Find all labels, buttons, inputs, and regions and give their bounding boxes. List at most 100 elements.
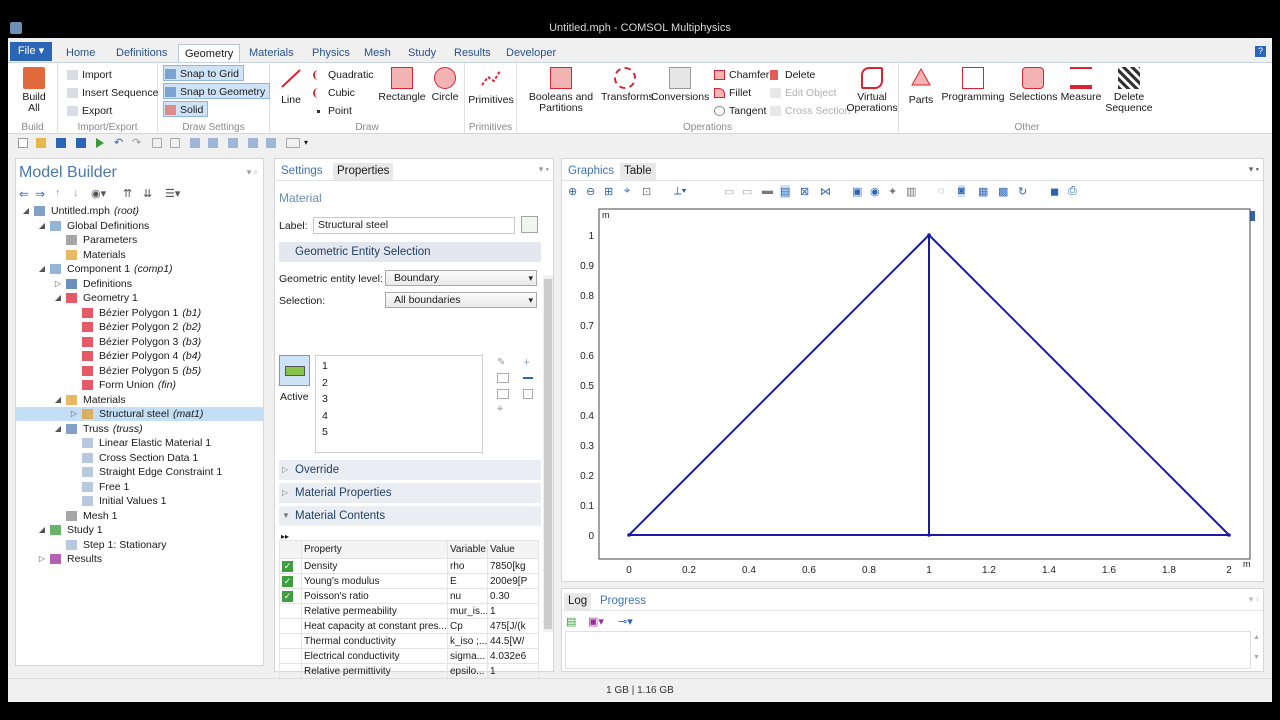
import-button[interactable]: Import <box>66 67 112 83</box>
delete-sequence-button[interactable]: Delete Sequence <box>1103 67 1155 114</box>
tree-toggle-icon[interactable]: ◢ <box>22 204 30 218</box>
zoom-out-icon[interactable]: ⊖ <box>586 185 595 198</box>
render-icon[interactable]: ◉ <box>870 185 880 198</box>
graphics-pin-icon[interactable]: ▾ ▪ <box>1249 164 1259 175</box>
open-folder-icon[interactable] <box>36 138 46 148</box>
table-row[interactable]: ✓ Density rho 7850[kg <box>279 558 539 574</box>
camera-icon[interactable]: ◼ <box>1050 185 1059 198</box>
tree-item[interactable]: ◢ Untitled.mph (root) <box>16 204 264 218</box>
forward-arrow-icon[interactable]: ⇒ <box>35 187 45 201</box>
zoom-extents-icon[interactable]: ⊡ <box>642 185 651 198</box>
hide-icon[interactable]: ◌ <box>938 185 945 197</box>
tree-item[interactable]: ◢ Component 1 (comp1) <box>16 262 264 276</box>
pointer-icon[interactable]: ⊸▾ <box>618 615 633 628</box>
tree-item[interactable]: ▷ Structural steel (mat1) <box>16 407 264 421</box>
tree-item[interactable]: Materials <box>16 248 264 262</box>
booleans-partitions-button[interactable]: Booleans and Partitions <box>523 67 599 114</box>
pin-icon[interactable]: ▾ ▪ <box>539 164 549 175</box>
table-row[interactable]: Heat capacity at constant pres... Cp 475[J… <box>279 618 539 634</box>
tree-item[interactable]: Form Union (fin) <box>16 378 264 392</box>
geometry-plot[interactable]: 0 0.2 0.4 0.6 0.8 1 1.2 1.4 1.6 1.8 2 0 0.1 0.2 0.3 0.… <box>566 206 1256 576</box>
tree-item[interactable]: Cross Section Data 1 <box>16 451 264 465</box>
tree-item[interactable]: Linear Elastic Material 1 <box>16 436 264 450</box>
tab-geometry[interactable]: Geometry <box>178 44 241 63</box>
center-icon[interactable]: ⌖ <box>624 185 630 198</box>
row-checkbox-cell[interactable] <box>279 648 302 664</box>
section-material-properties[interactable]: ▷ Material Properties <box>279 483 541 503</box>
axis-icon[interactable]: ⟂▾ <box>674 185 687 198</box>
row-checkbox-cell[interactable] <box>279 618 302 634</box>
help-icon[interactable]: ? <box>1255 46 1266 57</box>
cross-section-button[interactable]: Cross Section <box>769 103 850 119</box>
zoom-to-selection-icon[interactable]: ⌖ <box>497 403 503 416</box>
tree-toggle-icon[interactable]: ▷ <box>70 407 78 421</box>
truss-vertex[interactable] <box>1227 533 1231 537</box>
tree-item[interactable]: Bézier Polygon 3 (b3) <box>16 335 264 349</box>
tree-item[interactable]: Free 1 <box>16 480 264 494</box>
insert-sequence-button[interactable]: Insert Sequence <box>66 85 158 101</box>
cubic-button[interactable]: Cubic <box>312 85 355 101</box>
solid-toggle[interactable]: Solid <box>163 101 209 117</box>
tangent-button[interactable]: Tangent <box>713 103 766 119</box>
selections-button[interactable]: Selections <box>1009 67 1057 103</box>
tree-item[interactable]: ◢ Truss (truss) <box>16 422 264 436</box>
truss-vertex[interactable] <box>627 533 631 537</box>
tree-toggle-icon[interactable]: ◢ <box>54 422 62 436</box>
collapse-icon[interactable]: ⇊ <box>143 187 152 200</box>
programming-button[interactable]: Programming <box>941 67 1005 103</box>
undo-icon[interactable]: ↶ <box>114 138 124 149</box>
tab-log[interactable]: Log <box>564 593 592 610</box>
tab-home[interactable]: Home <box>60 44 101 63</box>
select-all-icon[interactable]: ▭ <box>742 185 752 198</box>
cancel-icon[interactable]: ▣▾ <box>588 615 604 628</box>
checkmark-icon[interactable]: ✓ <box>282 560 293 572</box>
tree-toggle-icon[interactable]: ◢ <box>38 219 46 233</box>
tree-toggle-icon[interactable]: ◢ <box>38 262 46 276</box>
settings-scroll-thumb[interactable] <box>544 279 552 629</box>
tree-toggle-icon[interactable]: ◢ <box>54 291 62 305</box>
tab-progress[interactable]: Progress <box>596 593 650 610</box>
reset-label-icon[interactable] <box>521 216 538 233</box>
snap-to-geometry-toggle[interactable]: Snap to Geometry <box>163 83 271 99</box>
tree-item[interactable]: Straight Edge Constraint 1 <box>16 465 264 479</box>
paste-icon[interactable] <box>170 138 180 148</box>
redo-icon[interactable]: ↷ <box>132 138 142 149</box>
copy-icon[interactable] <box>152 138 162 148</box>
select-icon[interactable]: ▭ <box>724 185 734 198</box>
circle-button[interactable]: Circle <box>430 67 460 103</box>
tree-item[interactable]: Bézier Polygon 1 (b1) <box>16 306 264 320</box>
tab-mesh[interactable]: Mesh <box>358 44 397 63</box>
tree-item[interactable]: Mesh 1 <box>16 509 264 523</box>
log-pin-icon[interactable]: ▾ ▫ <box>1249 594 1259 605</box>
virtual-operations-button[interactable]: Virtual Operations <box>843 67 901 114</box>
zoom-tool-icon[interactable] <box>228 138 238 148</box>
checkmark-icon[interactable]: ✓ <box>282 575 293 587</box>
build-all-button[interactable]: Build All <box>18 67 50 114</box>
conversions-button[interactable]: Conversions <box>651 67 709 103</box>
down-arrow-icon[interactable]: ↓ <box>73 187 79 199</box>
duplicate-icon[interactable] <box>190 138 200 148</box>
measure-button[interactable]: Measure <box>1059 67 1103 103</box>
print-icon[interactable]: ⎙ <box>1068 185 1077 198</box>
delete-node-icon[interactable] <box>208 138 218 148</box>
paste-selection-icon[interactable] <box>497 373 509 383</box>
tab-definitions[interactable]: Definitions <box>110 44 173 63</box>
tab-properties[interactable]: Properties <box>333 163 394 180</box>
export-button[interactable]: Export <box>66 103 112 119</box>
reset-view-icon[interactable]: ▩ <box>998 185 1008 198</box>
tab-developer[interactable]: Developer <box>500 44 562 63</box>
tab-settings[interactable]: Settings <box>277 163 327 180</box>
deselect-icon[interactable]: ▬ <box>762 185 773 197</box>
tree-item[interactable]: ◢ Geometry 1 <box>16 291 264 305</box>
snap-to-grid-toggle[interactable]: Snap to Grid <box>163 65 244 81</box>
scene-light-icon[interactable]: ✦ <box>888 185 897 198</box>
panel-menu-icon[interactable]: ▾ ▫ <box>247 167 257 178</box>
add-selection-icon[interactable]: + <box>523 356 535 369</box>
tree-item[interactable]: ▷ Definitions <box>16 277 264 291</box>
chevron-down-icon[interactable]: ▾ <box>304 138 314 148</box>
point-button[interactable]: Point <box>312 103 352 119</box>
table-row[interactable]: Relative permeability mur_is... 1 <box>279 603 539 619</box>
tree-toggle-icon[interactable]: ◢ <box>38 523 46 537</box>
line-button[interactable]: Line <box>276 67 306 106</box>
progress-list-icon[interactable]: ▤ <box>566 615 576 628</box>
